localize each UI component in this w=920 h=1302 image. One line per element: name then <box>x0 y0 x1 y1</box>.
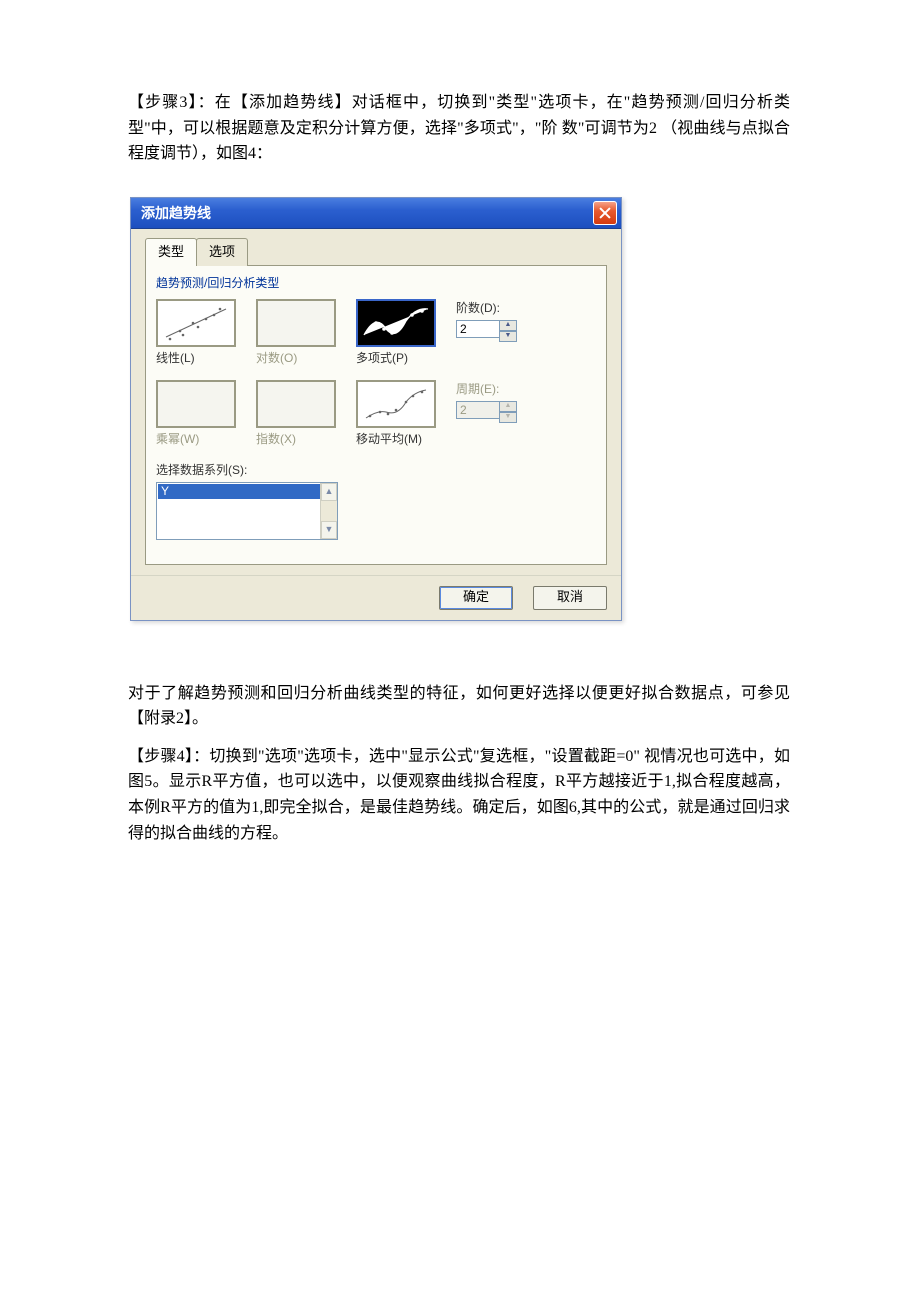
regression-section-label: 趋势预测/回归分析类型 <box>156 274 596 293</box>
type-movavg-label: 移动平均(M) <box>356 430 422 449</box>
close-button[interactable] <box>593 201 617 225</box>
add-trendline-dialog: 添加趋势线 类型 选项 趋势预测/回归分析类型 <box>130 197 622 621</box>
period-input <box>456 401 500 419</box>
type-poly-label: 多项式(P) <box>356 349 408 368</box>
type-poly-thumb[interactable] <box>356 299 436 347</box>
tab-panel-type: 趋势预测/回归分析类型 线性(L) 对数(O) <box>145 265 607 565</box>
type-exp-label: 指数(X) <box>256 430 296 449</box>
paragraph-step4: 【步骤4】：切换到"选项"选项卡，选中"显示公式"复选框，"设置截距=0" 视情… <box>128 744 790 846</box>
cancel-button[interactable]: 取消 <box>533 586 607 610</box>
dialog-title: 添加趋势线 <box>141 202 211 224</box>
type-linear-thumb[interactable] <box>156 299 236 347</box>
scroll-down-icon[interactable]: ▼ <box>321 521 337 539</box>
order-spin-up[interactable]: ▲ <box>499 320 517 331</box>
period-spin-up: ▲ <box>499 401 517 412</box>
tab-options[interactable]: 选项 <box>196 238 248 266</box>
type-exp-thumb <box>256 380 336 428</box>
type-log-thumb <box>256 299 336 347</box>
order-input[interactable] <box>456 320 500 338</box>
type-power-thumb <box>156 380 236 428</box>
dialog-titlebar[interactable]: 添加趋势线 <box>131 198 621 229</box>
paragraph-step3: 【步骤3】：在【添加趋势线】对话框中，切换到"类型"选项卡，在"趋势预测/回归分… <box>128 90 790 167</box>
series-listbox[interactable]: Y ▲ ▼ <box>156 482 338 540</box>
order-label: 阶数(D): <box>456 299 517 318</box>
series-label: 选择数据系列(S): <box>156 461 596 480</box>
dialog-screenshot: 添加趋势线 类型 选项 趋势预测/回归分析类型 <box>130 197 790 621</box>
series-item-y[interactable]: Y <box>158 484 336 499</box>
series-scrollbar[interactable]: ▲ ▼ <box>320 483 337 539</box>
order-spin-down[interactable]: ▼ <box>499 331 517 342</box>
period-spin-down: ▼ <box>499 412 517 423</box>
type-movavg-thumb[interactable] <box>356 380 436 428</box>
type-power-label: 乘幂(W) <box>156 430 199 449</box>
tab-type[interactable]: 类型 <box>145 238 197 266</box>
ok-button[interactable]: 确定 <box>439 586 513 610</box>
scroll-up-icon[interactable]: ▲ <box>321 483 337 501</box>
period-label: 周期(E): <box>456 380 517 399</box>
type-log-label: 对数(O) <box>256 349 297 368</box>
type-linear-label: 线性(L) <box>156 349 195 368</box>
paragraph-appendix-note: 对于了解趋势预测和回归分析曲线类型的特征，如何更好选择以便更好拟合数据点，可参见… <box>128 681 790 732</box>
close-icon <box>599 207 611 219</box>
